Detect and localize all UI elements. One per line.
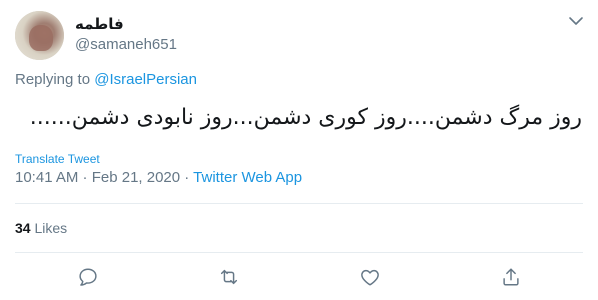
share-icon[interactable] xyxy=(500,266,522,288)
avatar[interactable] xyxy=(15,11,64,60)
timestamp[interactable]: 10:41 AM · Feb 21, 2020 · xyxy=(15,169,193,186)
translate-tweet-link[interactable]: Translate Tweet xyxy=(15,152,100,166)
chevron-down-icon[interactable] xyxy=(568,14,584,28)
user-handle[interactable]: @samaneh651 xyxy=(75,36,177,53)
reply-icon[interactable] xyxy=(77,266,99,288)
replying-to: Replying to @IsraelPersian xyxy=(15,71,197,88)
reply-to-link[interactable]: @IsraelPersian xyxy=(94,71,197,88)
tweet-text: روز مرگ دشمن....روز کوری دشمن...روز نابو… xyxy=(29,105,582,130)
likes-number: 34 xyxy=(15,220,31,236)
likes-label: Likes xyxy=(30,220,68,236)
replying-to-label: Replying to xyxy=(15,71,95,88)
heart-icon[interactable] xyxy=(359,266,381,288)
source-link[interactable]: Twitter Web App xyxy=(193,169,302,186)
tweet-metadata: 10:41 AM · Feb 21, 2020 · Twitter Web Ap… xyxy=(15,169,302,186)
display-name[interactable]: فاطمه xyxy=(75,15,124,33)
divider xyxy=(15,252,583,253)
divider xyxy=(15,203,583,204)
retweet-icon[interactable] xyxy=(218,266,240,288)
avatar-subject xyxy=(29,25,53,51)
likes-count[interactable]: 34 Likes xyxy=(15,220,67,236)
